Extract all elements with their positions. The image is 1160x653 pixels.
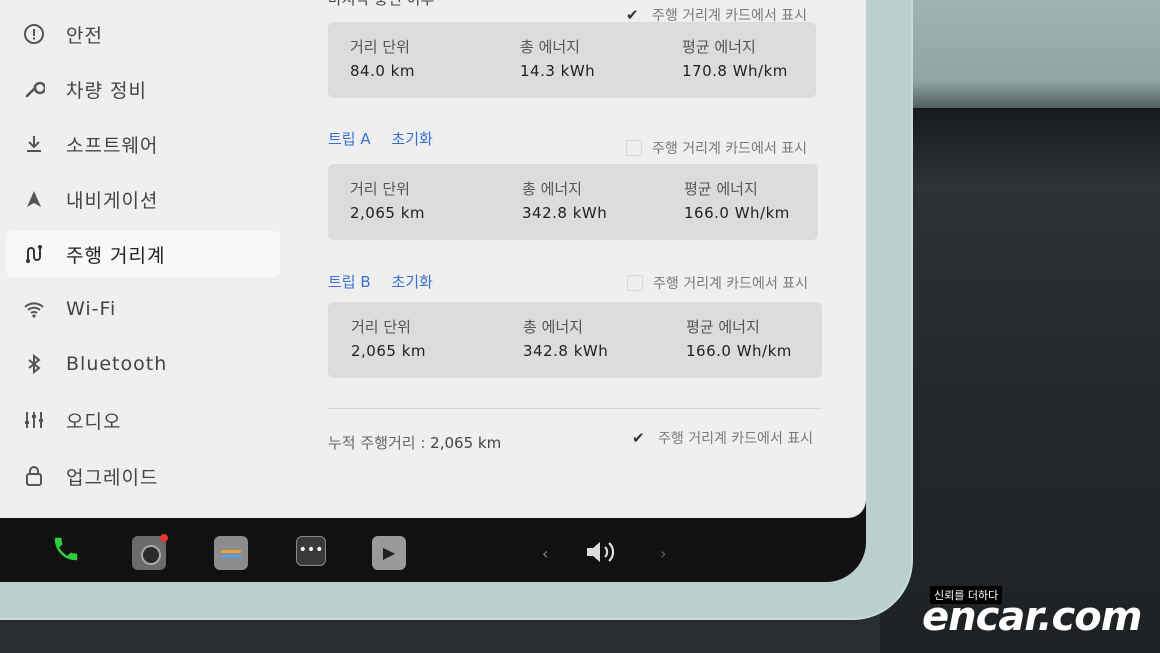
sidebar-item-audio[interactable]: 오디오 [6, 397, 280, 443]
settings-content: 안전 차량 정비 소프트웨어 내비게이션 주행 거리계 Wi-Fi Blueto… [0, 0, 866, 518]
stat-value: 342.8 kWh [523, 342, 609, 360]
bluetooth-icon [20, 350, 48, 378]
sidebar-item-label: 차량 정비 [66, 79, 147, 102]
trip-b-reset-button[interactable]: 초기화 [391, 273, 432, 291]
energy-stat: 총 에너지 14.3 kWh [520, 36, 595, 80]
more-icon[interactable]: ••• [296, 536, 326, 566]
camera-icon[interactable] [132, 534, 168, 570]
navigation-arrow-icon [20, 185, 48, 213]
energy-stat: 총 에너지 342.8 kWh [523, 316, 608, 360]
distance-stat: 거리 단위 84.0 km [350, 36, 415, 80]
notification-dot [160, 534, 168, 542]
stat-label: 거리 단위 [350, 180, 410, 198]
distance-stat: 거리 단위 2,065 km [350, 178, 425, 222]
stat-label: 평균 에너지 [684, 180, 758, 198]
stat-label: 총 에너지 [523, 318, 583, 336]
watermark: 신뢰를 더하다 encar.com [920, 586, 1158, 646]
section-divider [328, 408, 822, 409]
show-on-card-label: 주행 거리계 카드에서 표시 [652, 141, 808, 157]
trips-panel: 마지막 충전 이후 ✔ 주행 거리계 카드에서 표시 거리 단위 84.0 km… [300, 0, 866, 518]
stat-label: 총 에너지 [520, 38, 580, 56]
sidebar-item-wifi[interactable]: Wi-Fi [6, 286, 280, 332]
stat-value: 14.3 kWh [520, 62, 596, 80]
since-charge-stats: 거리 단위 84.0 km 총 에너지 14.3 kWh 평균 에너지 170.… [328, 22, 816, 98]
stat-value: 2,065 km [350, 204, 426, 222]
chevron-right-icon[interactable]: › [660, 544, 666, 563]
settings-sidebar: 안전 차량 정비 소프트웨어 내비게이션 주행 거리계 Wi-Fi Blueto… [0, 0, 290, 518]
trip-a-title: 트립 A [328, 130, 371, 148]
sidebar-item-software[interactable]: 소프트웨어 [6, 121, 280, 167]
odometer-total: 누적 주행거리 : 2,065 km [328, 432, 501, 453]
volume-icon[interactable] [584, 538, 620, 572]
stat-label: 총 에너지 [522, 180, 582, 198]
trip-a-header: 트립 A 초기화 [328, 128, 433, 152]
sidebar-item-safety[interactable]: 안전 [6, 11, 280, 57]
stat-label: 거리 단위 [350, 38, 410, 56]
energy-stat: 총 에너지 342.8 kWh [522, 178, 607, 222]
sidebar-item-navigation[interactable]: 내비게이션 [6, 176, 280, 222]
stat-label: 거리 단위 [351, 318, 411, 336]
checkbox [626, 140, 642, 156]
sidebar-item-label: 안전 [66, 24, 103, 47]
apps-icon[interactable] [214, 536, 248, 570]
car-interior-background [880, 0, 1160, 653]
display-screen: 안전 차량 정비 소프트웨어 내비게이션 주행 거리계 Wi-Fi Blueto… [0, 0, 866, 582]
wrench-icon [20, 75, 48, 103]
wifi-icon [20, 295, 48, 323]
show-on-card-label: 주행 거리계 카드에서 표시 [653, 276, 809, 292]
trip-b-title: 트립 B [328, 273, 371, 291]
sidebar-item-label: Wi-Fi [66, 298, 117, 320]
avg-energy-stat: 평균 에너지 170.8 Wh/km [682, 36, 788, 80]
sidebar-item-trips[interactable]: 주행 거리계 [6, 231, 280, 277]
sidebar-item-label: 내비게이션 [66, 189, 159, 212]
stat-value: 166.0 Wh/km [686, 342, 792, 360]
watermark-brand: encar.com [922, 594, 1142, 640]
phone-icon[interactable] [46, 534, 86, 568]
stat-value: 2,065 km [351, 342, 427, 360]
sidebar-item-upgrades[interactable]: 업그레이드 [6, 453, 280, 499]
media-icon[interactable]: ▶ [372, 536, 406, 570]
stat-value: 342.8 kWh [522, 204, 608, 222]
lock-bag-icon [20, 462, 48, 490]
sidebar-item-label: 소프트웨어 [66, 134, 159, 157]
sidebar-item-bluetooth[interactable]: Bluetooth [6, 341, 280, 387]
since-charge-header: 마지막 충전 이후 [328, 0, 434, 12]
trip-odometer-icon [20, 240, 48, 268]
chevron-left-icon[interactable]: ‹ [542, 544, 548, 563]
checkmark-icon: ✔ [632, 429, 645, 447]
stat-value: 84.0 km [350, 62, 415, 80]
stat-value: 166.0 Wh/km [684, 204, 790, 222]
trip-a-stats: 거리 단위 2,065 km 총 에너지 342.8 kWh 평균 에너지 16… [328, 164, 818, 240]
apps-icon-bars [221, 550, 241, 553]
trip-b-header: 트립 B 초기화 [328, 271, 433, 295]
stat-label: 평균 에너지 [682, 38, 756, 56]
sidebar-item-service[interactable]: 차량 정비 [6, 66, 280, 112]
odometer-value: 2,065 km [430, 434, 502, 452]
checkbox [627, 275, 643, 291]
taskbar: ••• ▶ ‹ › [0, 518, 866, 582]
distance-stat: 거리 단위 2,065 km [351, 316, 426, 360]
sidebar-item-label: 오디오 [66, 410, 122, 433]
avg-energy-stat: 평균 에너지 166.0 Wh/km [686, 316, 792, 360]
trip-b-stats: 거리 단위 2,065 km 총 에너지 342.8 kWh 평균 에너지 16… [328, 302, 822, 378]
show-on-card-toggle-trip-b[interactable]: 주행 거리계 카드에서 표시 [627, 273, 808, 293]
show-on-card-toggle-trip-a[interactable]: 주행 거리계 카드에서 표시 [626, 138, 807, 158]
sidebar-item-label: 주행 거리계 [66, 244, 166, 267]
show-on-card-toggle-odometer[interactable]: ✔ 주행 거리계 카드에서 표시 [632, 428, 813, 448]
show-on-card-label: 주행 거리계 카드에서 표시 [658, 431, 814, 447]
download-icon [20, 130, 48, 158]
odometer-label: 누적 주행거리 : [328, 434, 426, 452]
sidebar-item-label: 업그레이드 [66, 466, 159, 489]
alert-circle-icon [20, 20, 48, 48]
avg-energy-stat: 평균 에너지 166.0 Wh/km [684, 178, 790, 222]
dashboard-panel [900, 108, 1160, 188]
stat-value: 170.8 Wh/km [682, 62, 788, 80]
sidebar-item-label: Bluetooth [66, 353, 168, 375]
equalizer-icon [20, 406, 48, 434]
stat-label: 평균 에너지 [686, 318, 760, 336]
trip-a-reset-button[interactable]: 초기화 [391, 130, 432, 148]
